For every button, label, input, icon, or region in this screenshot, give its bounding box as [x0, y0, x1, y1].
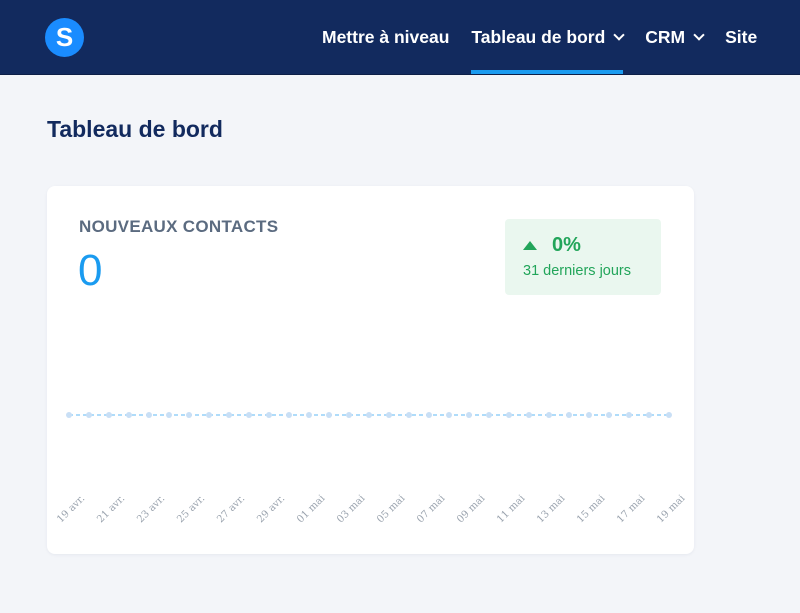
x-tick-label: 29 avr.	[255, 493, 287, 525]
data-point[interactable]	[646, 412, 652, 418]
data-point[interactable]	[386, 412, 392, 418]
chevron-down-icon	[693, 29, 705, 41]
data-point[interactable]	[626, 412, 632, 418]
data-point[interactable]	[146, 412, 152, 418]
data-point[interactable]	[66, 412, 72, 418]
nav-item-upgrade[interactable]: Mettre à niveau	[322, 0, 449, 74]
page-title: Tableau de bord	[47, 116, 223, 142]
x-tick-label: 19 mai	[655, 493, 687, 525]
data-point[interactable]	[526, 412, 532, 418]
x-tick-label: 07 mai	[415, 493, 447, 525]
data-point[interactable]	[326, 412, 332, 418]
data-point[interactable]	[406, 412, 412, 418]
data-point[interactable]	[246, 412, 252, 418]
x-tick-label: 19 avr.	[55, 493, 87, 525]
data-point[interactable]	[126, 412, 132, 418]
app-logo[interactable]: S	[45, 18, 84, 57]
data-point[interactable]	[486, 412, 492, 418]
data-point[interactable]	[606, 412, 612, 418]
new-contacts-card: NOUVEAUX CONTACTS 0 0% 31 derniers jours…	[47, 186, 694, 554]
data-point[interactable]	[506, 412, 512, 418]
data-point[interactable]	[286, 412, 292, 418]
data-point[interactable]	[106, 412, 112, 418]
data-point[interactable]	[226, 412, 232, 418]
top-navigation-bar: S Mettre à niveau Tableau de bord CRM Si…	[0, 0, 800, 75]
data-point[interactable]	[266, 412, 272, 418]
data-point[interactable]	[446, 412, 452, 418]
data-point[interactable]	[306, 412, 312, 418]
main-nav: Mettre à niveau Tableau de bord CRM Site	[322, 0, 779, 74]
data-point[interactable]	[186, 412, 192, 418]
nav-item-dashboard[interactable]: Tableau de bord	[471, 0, 625, 74]
x-tick-label: 09 mai	[455, 493, 487, 525]
data-point[interactable]	[586, 412, 592, 418]
contacts-line-chart: 19 avr. 21 avr. 23 avr. 25 avr. 27 avr. 29 av…	[55, 412, 687, 525]
x-tick-label: 01 mai	[295, 493, 327, 525]
data-point[interactable]	[346, 412, 352, 418]
x-tick-label: 13 mai	[535, 493, 567, 525]
chevron-down-icon	[613, 29, 625, 41]
data-point[interactable]	[426, 412, 432, 418]
x-tick-label: 21 avr.	[95, 493, 127, 525]
nav-item-crm[interactable]: CRM	[645, 0, 705, 74]
x-tick-label: 23 avr.	[135, 493, 167, 525]
data-point[interactable]	[86, 412, 92, 418]
x-tick-label: 05 mai	[375, 493, 407, 525]
nav-item-label: Site	[725, 26, 758, 47]
x-tick-label: 03 mai	[335, 493, 367, 525]
data-point[interactable]	[546, 412, 552, 418]
x-tick-label: 17 mai	[615, 493, 647, 525]
data-point[interactable]	[466, 412, 472, 418]
nav-item-label: Tableau de bord	[471, 26, 606, 47]
x-tick-label: 15 mai	[575, 493, 607, 525]
x-tick-label: 27 avr.	[215, 493, 247, 525]
nav-item-site[interactable]: Site	[725, 0, 757, 74]
data-point[interactable]	[206, 412, 212, 418]
x-tick-label: 11 mai	[495, 493, 527, 525]
data-point[interactable]	[366, 412, 372, 418]
data-point[interactable]	[666, 412, 672, 418]
data-point[interactable]	[166, 412, 172, 418]
data-point[interactable]	[566, 412, 572, 418]
x-tick-label: 25 avr.	[175, 493, 207, 525]
nav-item-label: Mettre à niveau	[322, 26, 450, 47]
nav-item-label: CRM	[645, 26, 686, 47]
